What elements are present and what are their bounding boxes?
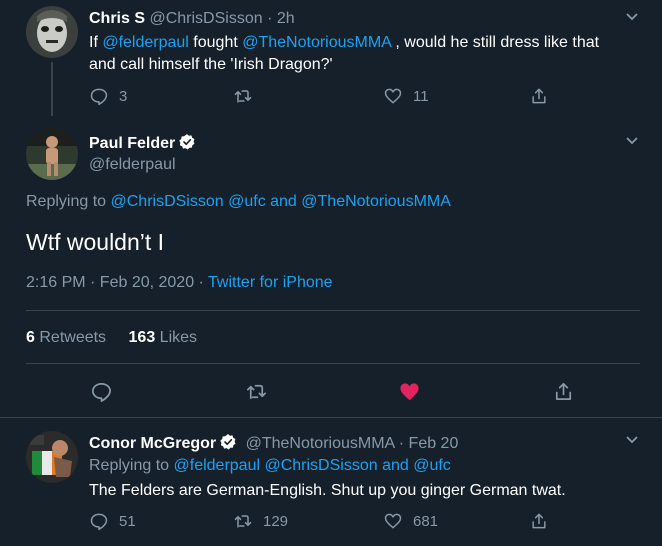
chevron-down-icon[interactable] [622,430,642,450]
replying-mentions[interactable]: @ChrisDSisson @ufc and @TheNotoriousMMA [111,193,451,210]
reply-button[interactable] [90,380,113,402]
user-name[interactable]: Chris S [89,10,145,27]
like-count: 163 [128,329,156,346]
tweet-text: If @felderpaul fought @TheNotoriousMMA ,… [89,32,629,76]
like-button[interactable]: 681 [383,510,438,532]
tweet-header: Conor McGregor @TheNotoriousMMA · Feb 20 [89,433,458,453]
mention-link[interactable]: @felderpaul [102,34,189,51]
user-handle[interactable]: @ChrisDSisson [149,10,262,27]
tweet-text: Wtf wouldn’t I [26,229,165,255]
avatar[interactable] [26,431,78,483]
verified-badge-icon [220,434,236,450]
tweet-timestamp: 2:16 PM · Feb 20, 2020 · Twitter for iPh… [26,274,333,292]
share-button[interactable] [552,380,575,402]
replying-mentions[interactable]: @felderpaul @ChrisDSisson and @ufc [174,457,451,474]
reply-icon [90,88,108,106]
heart-icon [384,88,402,104]
avatar[interactable] [26,128,78,180]
reply-icon [90,513,108,531]
user-name-text: Paul Felder [89,135,176,152]
replying-to: Replying to @felderpaul @ChrisDSisson an… [89,457,451,475]
source-link[interactable]: Twitter for iPhone [208,274,333,291]
user-name[interactable]: Conor McGregor [89,435,216,452]
like-count: 681 [413,512,439,530]
mention-link[interactable]: @TheNotoriousMMA [242,34,391,51]
avatar[interactable] [26,6,78,58]
text-segment: , would he still dress like that [390,34,600,51]
reply-button[interactable]: 51 [89,510,136,532]
share-icon [555,382,572,400]
reply-icon [92,382,111,402]
chevron-down-icon[interactable] [622,7,642,27]
tweet-time[interactable]: · 2h [267,10,295,27]
text-segment: and call himself the 'Irish Dragon?' [89,56,333,73]
retweet-icon [234,90,252,103]
replying-label: Replying to [89,457,170,474]
text-segment: fought [188,34,243,51]
thread-line [51,62,53,116]
engagement-stats: 6 Retweets 163 Likes [26,329,197,347]
retweet-icon [234,515,252,528]
tweet-text: The Felders are German-English. Shut up … [89,482,566,499]
retweet-count: 129 [263,512,289,530]
user-handle[interactable]: @TheNotoriousMMA [246,435,395,452]
retweet-button[interactable]: 129 [233,510,288,532]
like-button[interactable]: 11 [383,85,429,107]
tweet-time[interactable]: · Feb 20 [399,435,459,452]
likes-stat[interactable]: 163 Likes [129,329,198,346]
tweet-header: Chris S @ChrisDSisson · 2h [89,10,295,28]
share-icon [532,88,546,104]
retweet-icon [247,384,266,399]
verified-badge-icon [179,134,195,150]
timestamp-text[interactable]: 2:16 PM · Feb 20, 2020 · [26,274,208,291]
user-name[interactable]: Paul Felder [89,133,196,153]
reply-count: 3 [119,87,128,105]
reply-count: 51 [119,512,136,530]
like-label: Likes [159,329,198,346]
like-button[interactable] [398,380,421,402]
reply-button[interactable]: 3 [89,85,127,107]
share-icon [532,513,546,529]
heart-filled-icon [400,382,419,400]
replying-label: Replying to [26,193,107,210]
share-button[interactable] [529,85,549,107]
text-segment: If [89,34,103,51]
like-count: 11 [413,87,429,105]
divider [26,363,640,364]
retweet-button[interactable] [233,85,253,107]
divider [0,417,662,418]
retweet-label: Retweets [39,329,107,346]
retweets-stat[interactable]: 6 Retweets [26,329,106,346]
replying-to: Replying to @ChrisDSisson @ufc and @TheN… [26,193,451,211]
heart-icon [384,513,402,529]
share-button[interactable] [529,510,549,532]
retweet-count: 6 [26,329,35,346]
retweet-button[interactable] [245,380,268,402]
chevron-down-icon[interactable] [622,131,642,151]
user-handle[interactable]: @felderpaul [89,156,176,174]
divider [26,310,640,311]
